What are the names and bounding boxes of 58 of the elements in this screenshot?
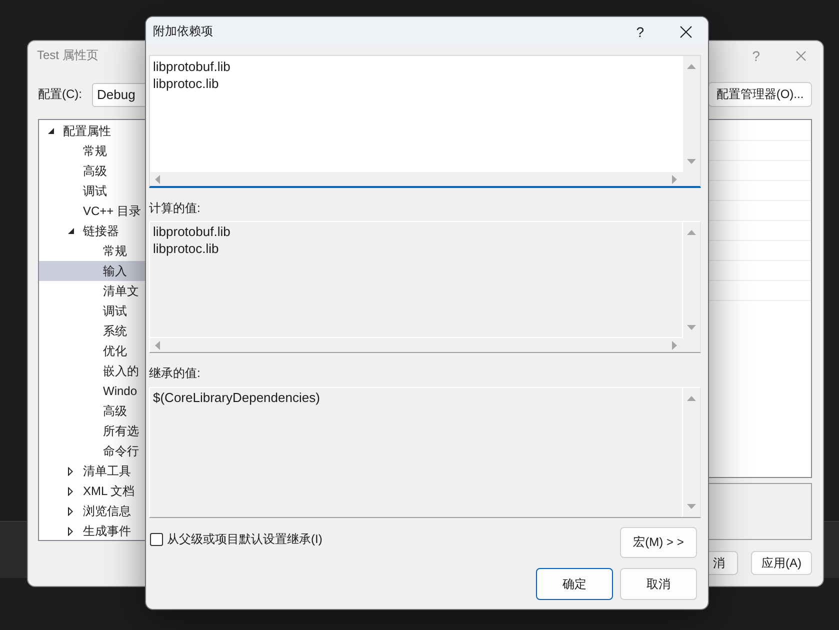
tree-item[interactable]: XML 文档 — [39, 481, 149, 501]
inherit-checkbox[interactable] — [150, 533, 163, 546]
scroll-up-icon[interactable] — [687, 64, 696, 69]
ok-button[interactable]: 确定 — [536, 568, 613, 600]
scroll-up-icon[interactable] — [687, 230, 696, 235]
scroll-down-icon[interactable] — [687, 159, 696, 164]
tree-item[interactable]: Windo — [39, 381, 149, 401]
dependency-line: libprotoc.lib — [153, 75, 220, 92]
horizontal-scrollbar[interactable] — [150, 172, 700, 186]
tree-item[interactable]: VC++ 目录 — [39, 201, 149, 221]
expanded-arrow-icon[interactable] — [68, 228, 74, 234]
collapsed-arrow-icon[interactable] — [68, 526, 73, 536]
macros-button[interactable]: 宏(M) > > — [620, 527, 697, 558]
checkbox-label[interactable]: 从父级或项目默认设置继承(I) — [167, 531, 322, 548]
scroll-right-icon[interactable] — [672, 174, 677, 184]
collapsed-arrow-icon[interactable] — [68, 466, 73, 476]
scroll-right-icon[interactable] — [672, 340, 677, 350]
tree-item[interactable]: 调试 — [39, 181, 149, 201]
tree-item[interactable]: 调试 — [39, 301, 149, 321]
tree-item[interactable]: 嵌入的 — [39, 361, 149, 381]
expanded-arrow-icon[interactable] — [48, 128, 54, 134]
collapsed-arrow-icon[interactable] — [68, 506, 73, 516]
inherited-line: $(CoreLibraryDependencies) — [153, 389, 321, 406]
tree-item[interactable]: 生成事件 — [39, 521, 149, 540]
tree-item[interactable]: 命令行 — [39, 441, 149, 461]
configuration-manager-button[interactable]: 配置管理器(O)... — [708, 82, 812, 107]
scroll-down-icon[interactable] — [687, 325, 696, 330]
close-icon[interactable] — [680, 26, 692, 38]
tree-item[interactable]: 所有选 — [39, 421, 149, 441]
tree-item[interactable]: 清单文 — [39, 281, 149, 301]
cancel-button[interactable]: 取消 — [620, 568, 697, 600]
scroll-down-icon[interactable] — [687, 504, 696, 509]
computed-line: libprotobuf.lib — [153, 223, 232, 240]
computed-line: libprotoc.lib — [153, 240, 220, 257]
scroll-left-icon[interactable] — [155, 174, 160, 184]
configuration-label: 配置(C): — [38, 86, 83, 103]
tree-item[interactable]: 高级 — [39, 401, 149, 421]
tree-item[interactable]: 系统 — [39, 321, 149, 341]
tree-item[interactable]: 常规 — [39, 141, 149, 161]
tree-item[interactable]: 配置属性 — [39, 121, 149, 141]
tree-item[interactable]: 浏览信息 — [39, 501, 149, 521]
inherited-values-label: 继承的值: — [149, 365, 202, 381]
tree-item[interactable]: 清单工具 — [39, 461, 149, 481]
computed-values-label: 计算的值: — [149, 200, 202, 216]
collapsed-arrow-icon[interactable] — [68, 486, 73, 496]
apply-button[interactable]: 应用(A) — [751, 551, 812, 575]
tree-item[interactable]: 链接器 — [39, 221, 149, 241]
help-button[interactable]: ? — [636, 24, 644, 40]
scroll-up-icon[interactable] — [687, 396, 696, 401]
tree-item[interactable]: 优化 — [39, 341, 149, 361]
dialog-title: 附加依赖项 — [153, 23, 213, 40]
tree-item[interactable]: 高级 — [39, 161, 149, 181]
vertical-scrollbar[interactable] — [683, 56, 700, 172]
window-title: Test 属性页 — [37, 47, 98, 64]
tree-item[interactable]: 常规 — [39, 241, 149, 261]
dependency-line: libprotobuf.lib — [153, 58, 232, 75]
scroll-left-icon[interactable] — [155, 340, 160, 350]
dependencies-field[interactable]: libprotobuf.lib libprotoc.lib — [149, 55, 701, 188]
